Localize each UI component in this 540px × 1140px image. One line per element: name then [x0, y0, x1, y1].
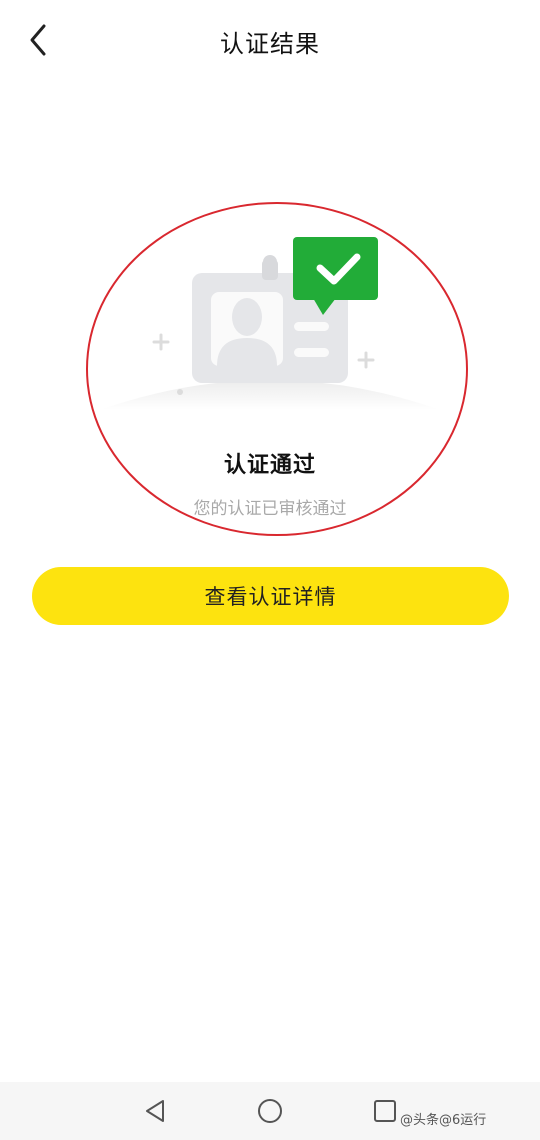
circle-home-icon[interactable] [256, 1097, 284, 1125]
view-details-button[interactable]: 查看认证详情 [32, 567, 509, 625]
page-title: 认证结果 [220, 30, 320, 58]
app-header: 认证结果 [0, 0, 540, 82]
id-card-check-icon [100, 237, 440, 410]
status-subtitle: 您的认证已审核通过 [193, 499, 347, 519]
triangle-back-icon[interactable] [142, 1097, 170, 1125]
watermark-text: @头条@6运行 [400, 1113, 487, 1128]
square-recent-icon[interactable] [371, 1097, 399, 1125]
status-title: 认证通过 [223, 453, 316, 478]
